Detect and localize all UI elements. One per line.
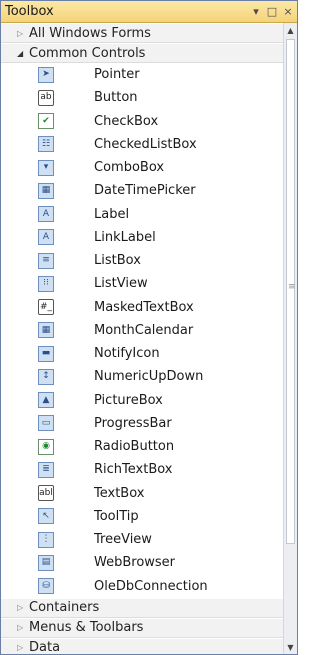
toolbox-item-oledbconnection[interactable]: ⛁ OleDbConnection bbox=[1, 575, 283, 598]
toolbox-item-picturebox[interactable]: ▲ PictureBox bbox=[1, 389, 283, 412]
pointer-icon: ➤ bbox=[38, 66, 54, 83]
maskedtextbox-icon: #_ bbox=[38, 299, 54, 316]
toolbox-title: Toolbox bbox=[5, 4, 54, 19]
treeview-icon: ⋮ bbox=[38, 531, 54, 548]
toolbox-item-label: NumericUpDown bbox=[94, 369, 204, 385]
notifyicon-icon: ▬ bbox=[38, 345, 54, 362]
maximize-icon[interactable]: □ bbox=[265, 5, 279, 19]
toolbox-item-label: RadioButton bbox=[94, 439, 175, 455]
toolbox-item-maskedtextbox[interactable]: #_ MaskedTextBox bbox=[1, 296, 283, 319]
toolbox-item-label: ListBox bbox=[94, 253, 141, 269]
toolbox-item-label: LinkLabel bbox=[94, 229, 156, 245]
group-label: Common Controls bbox=[29, 45, 146, 61]
expand-triangle-icon: ▷ bbox=[17, 623, 24, 633]
checkedlistbox-icon: ☷ bbox=[38, 136, 54, 153]
toolbox-item-notifyicon[interactable]: ▬ NotifyIcon bbox=[1, 342, 283, 365]
picturebox-icon: ▲ bbox=[38, 392, 54, 409]
monthcalendar-icon: ▦ bbox=[38, 322, 54, 339]
toolbox-item-button[interactable]: ab Button bbox=[1, 86, 283, 109]
tooltip-icon: ↖ bbox=[38, 508, 54, 525]
toolbox-item-checkedlistbox[interactable]: ☷ CheckedListBox bbox=[1, 133, 283, 156]
toolbox-item-textbox[interactable]: abl TextBox bbox=[1, 482, 283, 505]
toolbox-item-radiobutton[interactable]: ◉ RadioButton bbox=[1, 435, 283, 458]
richtextbox-icon: ≣ bbox=[38, 461, 54, 478]
toolbox-item-richtextbox[interactable]: ≣ RichTextBox bbox=[1, 458, 283, 481]
toolbox-item-treeview[interactable]: ⋮ TreeView bbox=[1, 528, 283, 551]
group-containers[interactable]: ▷ Containers bbox=[1, 597, 283, 618]
group-data[interactable]: ▷ Data bbox=[1, 637, 283, 654]
toolbox-item-label: WebBrowser bbox=[94, 555, 176, 571]
toolbox-item-webbrowser[interactable]: ▤ WebBrowser bbox=[1, 551, 283, 574]
numericupdown-icon: ↕ bbox=[38, 368, 54, 385]
group-label: Menus & Toolbars bbox=[29, 620, 144, 636]
window-position-dropdown-icon[interactable]: ▾ bbox=[249, 5, 263, 19]
scroll-down-icon[interactable]: ▼ bbox=[284, 640, 297, 654]
toolbox-item-tooltip[interactable]: ↖ ToolTip bbox=[1, 505, 283, 528]
radiobutton-icon: ◉ bbox=[38, 438, 54, 455]
toolbox-item-label: MaskedTextBox bbox=[94, 299, 194, 315]
toolbox-item-label: CheckedListBox bbox=[94, 136, 197, 152]
textbox-icon: abl bbox=[38, 485, 54, 502]
datetimepicker-icon: ▦ bbox=[38, 182, 54, 199]
scrollbar-thumb[interactable]: ≡ bbox=[286, 39, 296, 544]
group-common-controls[interactable]: ◢ Common Controls bbox=[1, 43, 283, 63]
collapse-triangle-icon: ◢ bbox=[17, 48, 24, 58]
progressbar-icon: ▭ bbox=[38, 415, 54, 432]
toolbox-item-listview[interactable]: ⁝⁝ ListView bbox=[1, 272, 283, 295]
checkbox-icon: ✔ bbox=[38, 113, 54, 130]
toolbox-item-label: ProgressBar bbox=[94, 415, 172, 431]
toolbox-item-label: ComboBox bbox=[94, 160, 165, 176]
toolbox-item-combobox[interactable]: ▾ ComboBox bbox=[1, 156, 283, 179]
group-label: All Windows Forms bbox=[29, 25, 151, 41]
group-all-windows-forms[interactable]: ▷ All Windows Forms bbox=[1, 23, 283, 43]
common-controls-list: ➤ Pointer ab Button ✔ CheckBox ☷ CheckedListBox… bbox=[1, 63, 283, 598]
listbox-icon: ≡ bbox=[38, 252, 54, 269]
combobox-icon: ▾ bbox=[38, 159, 54, 176]
group-label: Containers bbox=[29, 600, 100, 616]
expand-triangle-icon: ▷ bbox=[17, 643, 24, 653]
toolbox-item-label: ListView bbox=[94, 276, 148, 292]
toolbox-item-label: Label bbox=[94, 206, 130, 222]
toolbox-item-label: CheckBox bbox=[94, 113, 159, 129]
scroll-up-icon[interactable]: ▲ bbox=[284, 23, 297, 37]
toolbox-item-label: DateTimePicker bbox=[94, 183, 196, 199]
webbrowser-icon: ▤ bbox=[38, 554, 54, 571]
expand-triangle-icon: ▷ bbox=[17, 603, 24, 613]
button-icon: ab bbox=[38, 89, 54, 106]
group-label: Data bbox=[29, 640, 61, 654]
toolbox-item-checkbox[interactable]: ✔ CheckBox bbox=[1, 110, 283, 133]
vertical-scrollbar[interactable]: ▲ ≡ ▼ bbox=[283, 23, 297, 654]
toolbox-window: Toolbox ▾ □ × ▷ All Windows Forms ◢ Comm… bbox=[0, 0, 298, 655]
toolbox-item-label: PictureBox bbox=[94, 392, 163, 408]
toolbox-titlebar: Toolbox ▾ □ × bbox=[1, 1, 297, 23]
group-menus-toolbars[interactable]: ▷ Menus & Toolbars bbox=[1, 617, 283, 638]
expand-triangle-icon: ▷ bbox=[17, 28, 24, 38]
toolbox-item-progressbar[interactable]: ▭ ProgressBar bbox=[1, 412, 283, 435]
linklabel-icon: A bbox=[38, 229, 54, 246]
toolbox-item-numericupdown[interactable]: ↕ NumericUpDown bbox=[1, 365, 283, 388]
close-icon[interactable]: × bbox=[281, 5, 295, 19]
toolbox-item-label: NotifyIcon bbox=[94, 346, 160, 362]
toolbox-item-datetimepicker[interactable]: ▦ DateTimePicker bbox=[1, 179, 283, 202]
listview-icon: ⁝⁝ bbox=[38, 275, 54, 292]
toolbox-item-label: TextBox bbox=[94, 485, 145, 501]
toolbox-item-label: RichTextBox bbox=[94, 462, 173, 478]
toolbox-item-linklabel[interactable]: A LinkLabel bbox=[1, 226, 283, 249]
toolbox-item-label: ToolTip bbox=[94, 508, 139, 524]
toolbox-item-label: TreeView bbox=[94, 532, 152, 548]
toolbox-item-label: Button bbox=[94, 90, 138, 106]
toolbox-item-label: OleDbConnection bbox=[94, 578, 208, 594]
toolbox-item-listbox[interactable]: ≡ ListBox bbox=[1, 249, 283, 272]
scroll-grip-icon: ≡ bbox=[288, 282, 296, 292]
toolbox-item-label: MonthCalendar bbox=[94, 322, 194, 338]
toolbox-item-monthcalendar[interactable]: ▦ MonthCalendar bbox=[1, 319, 283, 342]
label-icon: A bbox=[38, 206, 54, 223]
toolbox-item-pointer[interactable]: ➤ Pointer bbox=[1, 63, 283, 86]
toolbox-item-label: Pointer bbox=[94, 67, 140, 83]
toolbox-item-label[interactable]: A Label bbox=[1, 203, 283, 226]
toolbox-content: ▷ All Windows Forms ◢ Common Controls ➤ P… bbox=[1, 23, 283, 654]
oledbconnection-icon: ⛁ bbox=[38, 578, 54, 595]
